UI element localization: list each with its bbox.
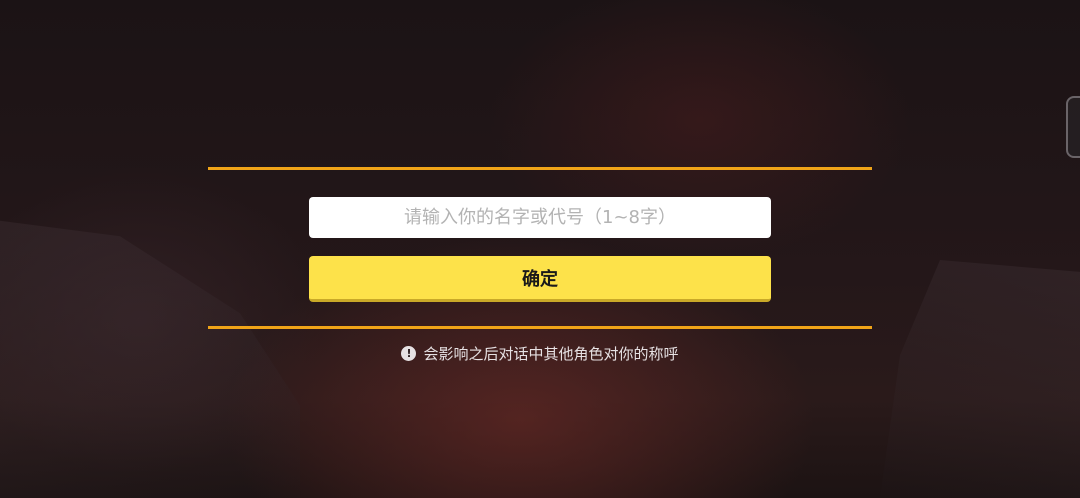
name-notice: ! 会影响之后对话中其他角色对你的称呼 [0, 343, 1080, 364]
confirm-button[interactable]: 确定 [309, 256, 771, 302]
confirm-button-label: 确定 [522, 268, 558, 290]
notice-text: 会影响之后对话中其他角色对你的称呼 [423, 345, 679, 363]
side-edge-tab[interactable] [1066, 96, 1080, 158]
bottom-divider [208, 326, 872, 329]
top-divider [208, 167, 872, 170]
name-input[interactable] [309, 197, 771, 238]
exclamation-circle-icon: ! [401, 346, 417, 361]
